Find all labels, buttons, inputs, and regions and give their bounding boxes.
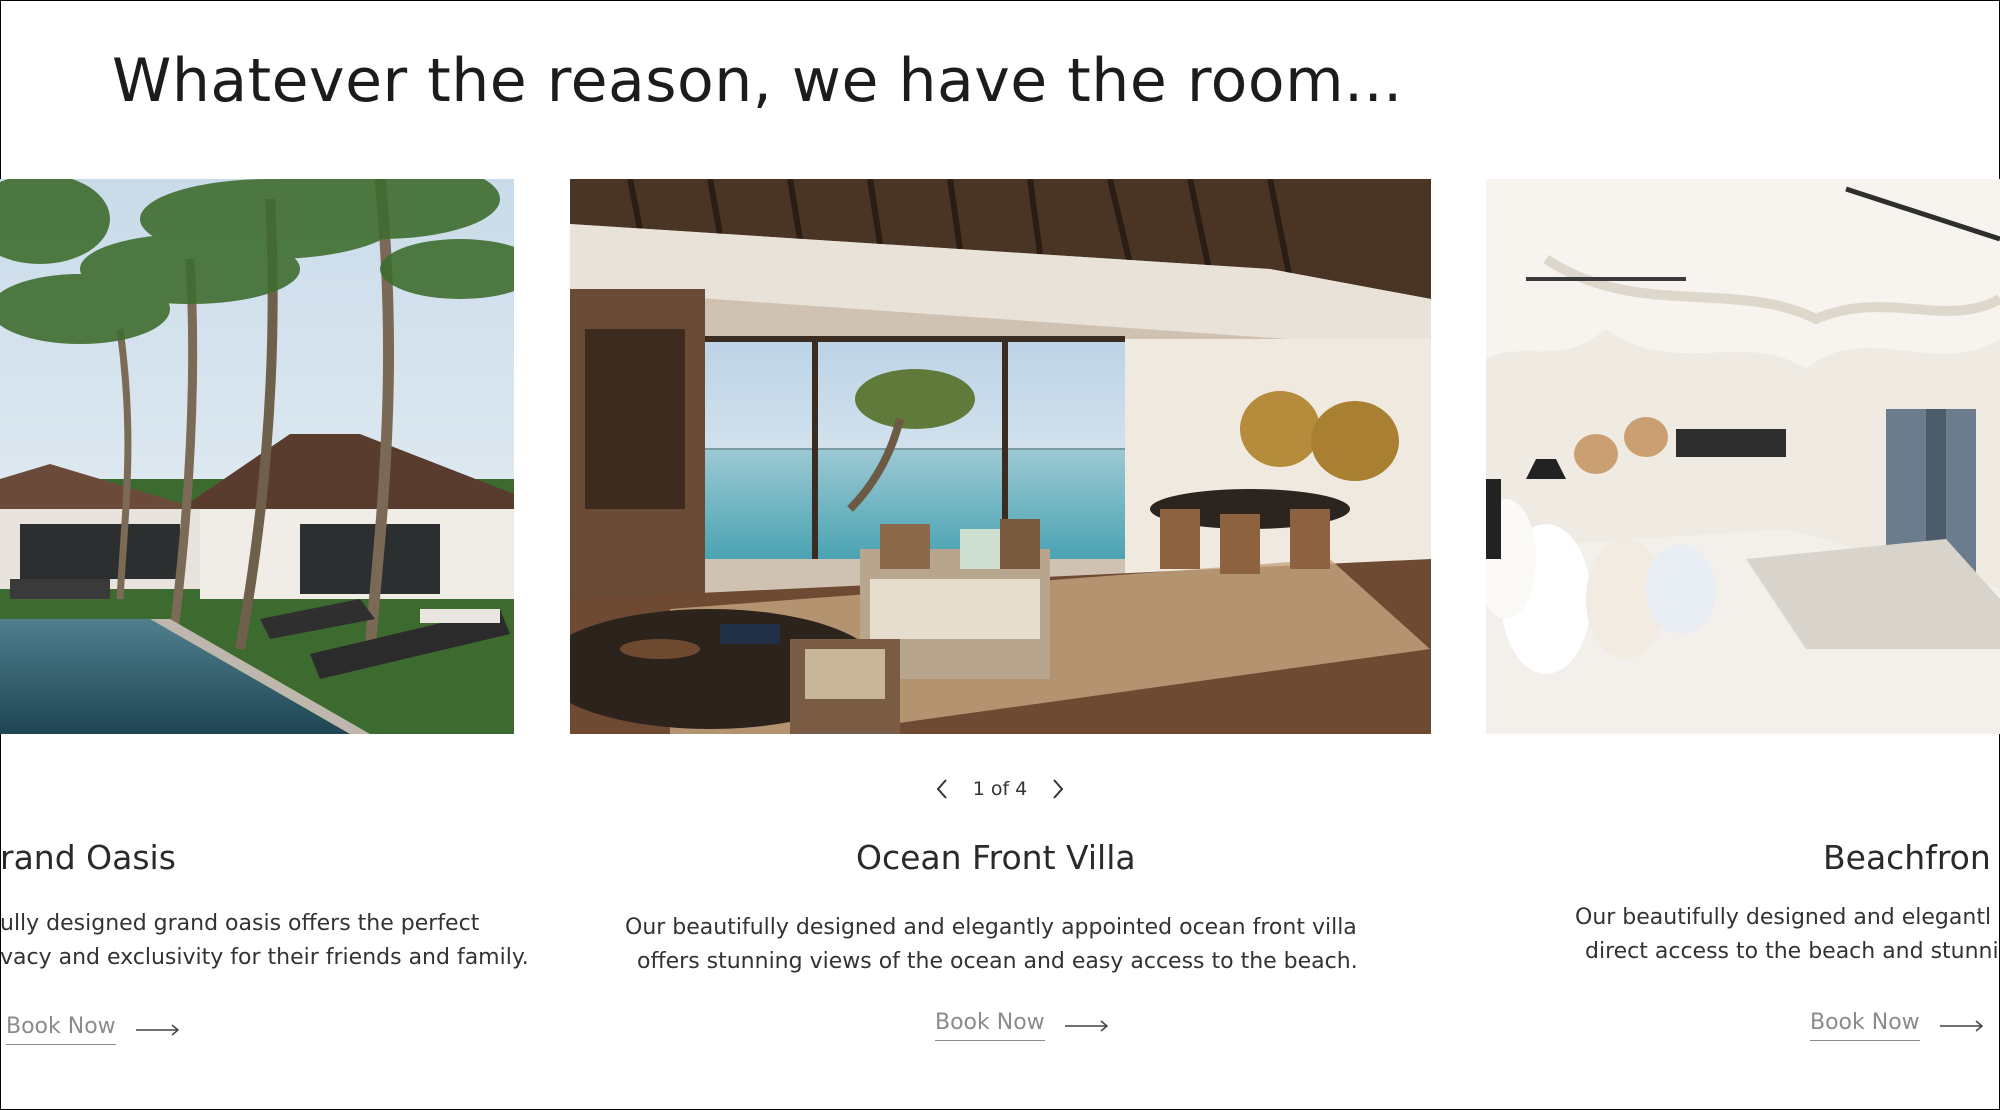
card-desc-beachfront-line2: direct access to the beach and stunni xyxy=(1585,939,1999,964)
book-now-label: Book Now xyxy=(935,1010,1045,1041)
book-now-button-beachfront[interactable]: Book Now xyxy=(1810,1010,1984,1041)
arrow-right-icon xyxy=(1939,1019,1983,1032)
arrow-right-icon xyxy=(135,1023,179,1036)
ocean-front-villa-photo[interactable] xyxy=(570,179,1431,734)
card-desc-grand-oasis-line2: vacy and exclusivity for their friends a… xyxy=(0,945,529,970)
card-title-grand-oasis: rand Oasis xyxy=(0,838,176,877)
card-desc-grand-oasis-line1: ully designed grand oasis offers the per… xyxy=(0,911,480,936)
card-desc-ocean-front-villa-line2: offers stunning views of the ocean and e… xyxy=(637,949,1358,974)
arrow-right-icon xyxy=(1064,1019,1108,1032)
rooms-carousel: 1 of 4 rand Oasis ully designed grand oa… xyxy=(0,0,2000,1110)
book-now-button-grand-oasis[interactable]: Book Now xyxy=(6,1014,180,1045)
card-desc-beachfront-line1: Our beautifully designed and elegantl xyxy=(1575,905,1992,930)
card-desc-ocean-front-villa-line1: Our beautifully designed and elegantly a… xyxy=(625,915,1357,940)
chevron-left-icon[interactable] xyxy=(930,775,954,803)
chevron-right-icon[interactable] xyxy=(1046,775,1070,803)
card-title-beachfront: Beachfron xyxy=(1823,838,1991,877)
book-now-label: Book Now xyxy=(6,1014,116,1045)
book-now-button-ocean-front-villa[interactable]: Book Now xyxy=(935,1010,1109,1041)
book-now-label: Book Now xyxy=(1810,1010,1920,1041)
pager-count: 1 of 4 xyxy=(972,778,1028,800)
card-title-ocean-front-villa: Ocean Front Villa xyxy=(856,838,1136,877)
grand-oasis-photo[interactable] xyxy=(0,179,514,734)
beachfront-photo[interactable] xyxy=(1486,179,2000,734)
carousel-pager: 1 of 4 xyxy=(930,774,1070,804)
